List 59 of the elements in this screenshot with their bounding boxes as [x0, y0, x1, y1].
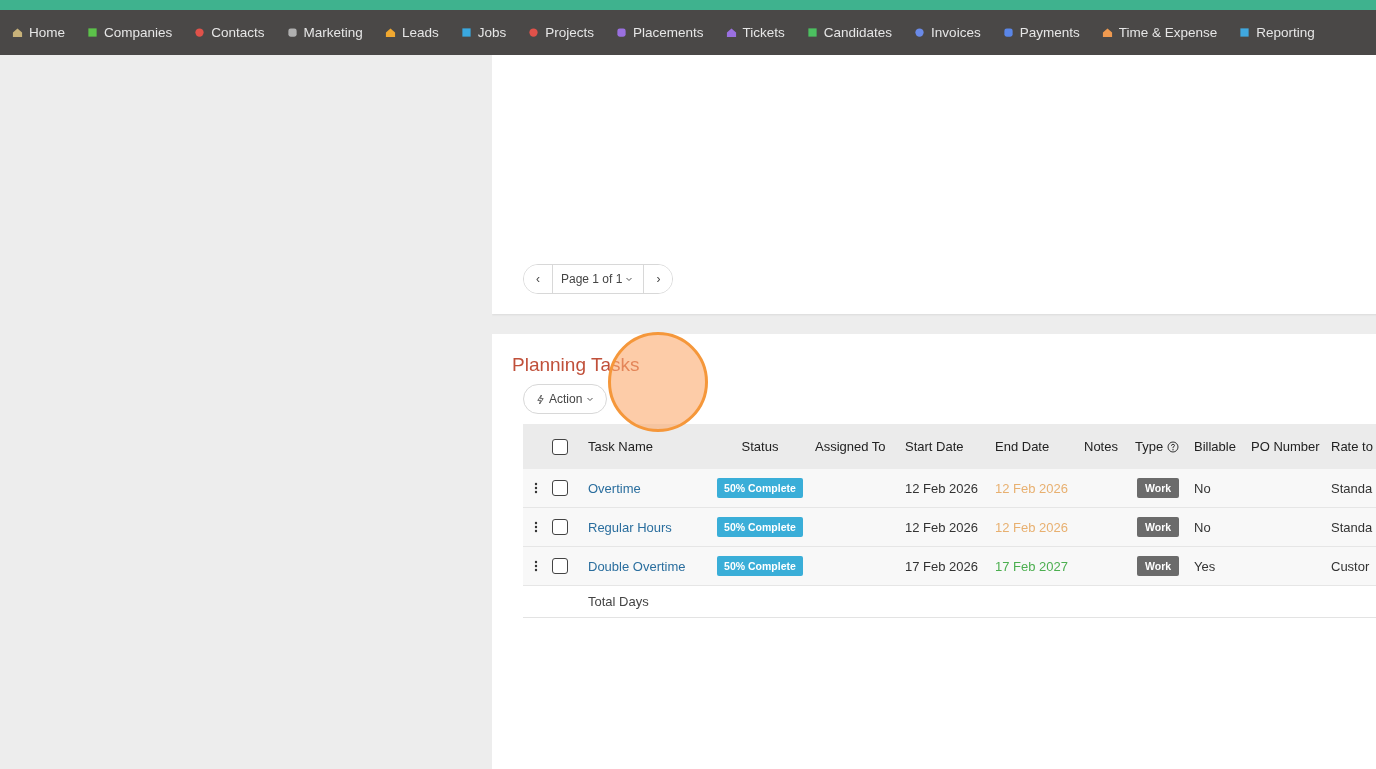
column-header: Billable: [1194, 439, 1236, 454]
column-header: Notes: [1084, 439, 1118, 454]
row-checkbox[interactable]: [552, 558, 568, 574]
column-header: Assigned To: [815, 439, 886, 454]
table-cell: No: [1194, 519, 1211, 535]
nav-item[interactable]: Jobs: [460, 25, 507, 40]
table-cell: Yes: [1194, 558, 1216, 574]
column-header: Start Date: [905, 439, 964, 454]
nav-item[interactable]: Companies: [87, 25, 173, 40]
type-badge: Work: [1137, 478, 1180, 498]
table-cell: Standa: [1331, 480, 1373, 496]
nav-item[interactable]: Placements: [616, 25, 704, 40]
nav-item[interactable]: Tickets: [725, 25, 785, 40]
nav-item[interactable]: Time & Expense: [1101, 25, 1218, 40]
nav-item[interactable]: Reporting: [1239, 25, 1315, 40]
page-select[interactable]: Page 1 of 1: [552, 265, 645, 293]
column-header: Status: [741, 439, 779, 454]
table-cell: 12 Feb 2026: [995, 519, 1068, 535]
table-cell: 17 Feb 2027: [995, 558, 1068, 574]
table-cell: 12 Feb 2026: [905, 480, 978, 496]
chevron-down-icon: [586, 395, 595, 403]
column-header: End Date: [995, 439, 1050, 454]
column-header: PO Number: [1251, 439, 1320, 454]
table-cell: 12 Feb 2026: [995, 480, 1068, 496]
column-header: Rate to: [1331, 439, 1373, 454]
row-checkbox[interactable]: [552, 480, 568, 496]
lightning-icon: [536, 393, 545, 405]
column-header: Task Name: [588, 439, 654, 454]
status-badge: 50% Complete: [717, 556, 803, 576]
nav-item[interactable]: Candidates: [806, 25, 893, 40]
nav-item[interactable]: Contacts: [194, 25, 265, 40]
nav-item[interactable]: Projects: [528, 25, 594, 40]
table-cell: 17 Feb 2026: [905, 558, 978, 574]
type-badge: Work: [1137, 517, 1180, 537]
nav-item[interactable]: Leads: [384, 25, 439, 40]
table-cell: Total Days: [588, 594, 649, 609]
row-menu-icon[interactable]: [533, 521, 538, 533]
table-cell: 12 Feb 2026: [905, 519, 978, 535]
table-cell: Custor: [1331, 558, 1370, 574]
column-header: Type: [1135, 439, 1164, 454]
table-cell: No: [1194, 480, 1211, 496]
nav-item[interactable]: Invoices: [914, 25, 981, 40]
chevron-down-icon: [625, 275, 634, 283]
nav-item[interactable]: Payments: [1002, 25, 1080, 40]
table-cell: Standa: [1331, 519, 1373, 535]
row-menu-icon[interactable]: [533, 482, 538, 494]
status-badge: 50% Complete: [717, 517, 803, 537]
action-button[interactable]: Action: [523, 384, 608, 414]
row-checkbox[interactable]: [552, 519, 568, 535]
select-all-checkbox[interactable]: [552, 438, 568, 455]
nav-item[interactable]: Marketing: [286, 25, 363, 40]
row-menu-icon[interactable]: [533, 560, 538, 572]
nav-item[interactable]: Home: [12, 25, 65, 40]
status-badge: 50% Complete: [717, 478, 803, 498]
task-link[interactable]: Double Overtime: [588, 558, 686, 574]
type-badge: Work: [1137, 556, 1180, 576]
help-icon[interactable]: [1167, 440, 1180, 453]
task-link[interactable]: Regular Hours: [588, 519, 672, 535]
task-link[interactable]: Overtime: [588, 480, 641, 496]
